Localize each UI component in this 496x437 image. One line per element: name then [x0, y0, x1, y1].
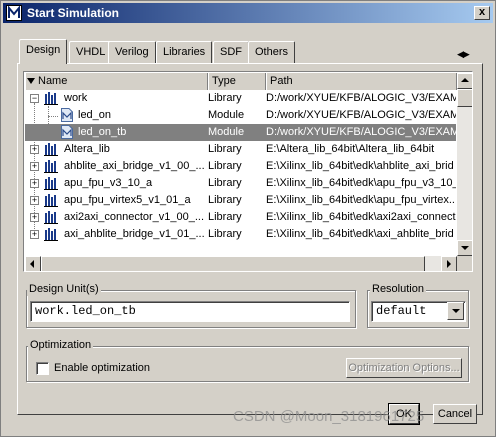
row-name: apu_fpu_virtex5_v1_01_a: [64, 194, 191, 206]
row-type: Library: [208, 143, 242, 155]
row-type: Library: [208, 160, 242, 172]
scroll-right-button[interactable]: [441, 256, 457, 271]
row-path: E:\Xilinx_lib_64bit\edk\apu_fpu_v3_10_a: [266, 177, 456, 189]
row-type: Module: [208, 109, 245, 121]
row-type: Library: [208, 228, 242, 240]
column-header-path[interactable]: Path: [266, 73, 457, 90]
horizontal-scrollbar[interactable]: [25, 256, 457, 271]
scroll-left-button[interactable]: [25, 256, 41, 271]
list-row-axi2axi-connector[interactable]: + axi2axi_connector_v1_00_... Library E:…: [25, 209, 456, 226]
expand-icon[interactable]: +: [30, 196, 39, 205]
expand-icon[interactable]: +: [30, 145, 39, 154]
row-name: led_on_tb: [78, 126, 127, 138]
design-unit-label: Design Unit(s): [27, 283, 101, 296]
arrow-down-icon: [461, 246, 469, 250]
library-icon: [44, 228, 58, 241]
row-type: Library: [208, 177, 242, 189]
scroll-corner: [457, 256, 472, 271]
library-icon: [44, 92, 58, 105]
list-row-apu-fpu-v3[interactable]: + apu_fpu_v3_10_a Library E:\Xilinx_lib_…: [25, 175, 456, 192]
row-type: Library: [208, 92, 242, 104]
row-type: Module: [208, 126, 245, 138]
tab-design[interactable]: Design: [19, 39, 68, 64]
list-row-ahblite-axi-bridge[interactable]: + ahblite_axi_bridge_v1_00_... Library E…: [25, 158, 456, 175]
list-row-led-on-tb[interactable]: led_on_tb Module D:/work/XYUE/KFB/ALOGIC…: [25, 124, 456, 141]
row-type: Library: [208, 194, 242, 206]
row-path: E:\Xilinx_lib_64bit\edk\axi2axi_connect.…: [266, 211, 456, 223]
tab-verilog[interactable]: Verilog: [108, 41, 156, 63]
chevron-down-icon: [452, 309, 460, 313]
window-title: Start Simulation: [27, 6, 120, 20]
list-row-axi-ahblite-bridge[interactable]: + axi_ahblite_bridge_v1_01_... Library E…: [25, 226, 456, 243]
library-icon: [44, 143, 58, 156]
column-name-label: Name: [38, 75, 68, 87]
horizontal-scroll-thumb[interactable]: [41, 256, 425, 271]
close-button[interactable]: x: [474, 6, 490, 20]
row-path: E:\Xilinx_lib_64bit\edk\apu_fpu_virtex..…: [266, 194, 456, 206]
expand-icon[interactable]: +: [30, 230, 39, 239]
row-name: ahblite_axi_bridge_v1_00_...: [64, 160, 205, 172]
column-header-name[interactable]: Name: [25, 73, 208, 90]
tab-others[interactable]: Others: [248, 41, 296, 63]
enable-optimization-checkbox[interactable]: [36, 362, 49, 375]
watermark-text: CSDN @Moon_3181961725: [233, 408, 425, 425]
optimization-options-button[interactable]: Optimization Options...: [346, 358, 462, 378]
list-row-led-on[interactable]: led_on Module D:/work/XYUE/KFB/ALOGIC_V3…: [25, 107, 456, 124]
row-path: D:/work/XYUE/KFB/ALOGIC_V3/EXAM...: [266, 109, 456, 121]
resolution-label: Resolution: [370, 283, 426, 296]
row-name: led_on: [78, 109, 112, 121]
collapse-icon[interactable]: −: [30, 94, 39, 103]
list-row-altera-lib[interactable]: + Altera_lib Library E:\Altera_lib_64bit…: [25, 141, 456, 158]
design-library-list[interactable]: Name Type Path − work Library D:/work/XY…: [23, 71, 473, 272]
library-icon: [44, 194, 58, 207]
row-path: D:/work/XYUE/KFB/ALOGIC_V3/EXAM...: [266, 126, 456, 138]
tab-sdf[interactable]: SDF: [213, 41, 249, 63]
list-row-apu-fpu-virtex5[interactable]: + apu_fpu_virtex5_v1_01_a Library E:\Xil…: [25, 192, 456, 209]
row-type: Library: [208, 211, 242, 223]
row-path: E:\Xilinx_lib_64bit\edk\axi_ahblite_brid: [266, 228, 454, 240]
modelsim-app-icon: [6, 5, 22, 21]
row-name: apu_fpu_v3_10_a: [64, 177, 153, 189]
library-icon: [44, 211, 58, 224]
scroll-up-button[interactable]: [457, 73, 472, 89]
arrow-right-icon: [447, 260, 451, 268]
sort-arrow-icon: [27, 78, 35, 84]
tab-scroll-right-icon[interactable]: ▶: [463, 49, 470, 59]
expand-icon[interactable]: +: [30, 213, 39, 222]
resolution-value: default: [376, 304, 427, 318]
optimization-label: Optimization: [28, 339, 94, 352]
row-name: Altera_lib: [64, 143, 110, 155]
tab-scroll-arrows[interactable]: ◀▶: [457, 47, 475, 61]
row-path: E:\Xilinx_lib_64bit\edk\ahblite_axi_brid: [266, 160, 454, 172]
arrow-left-icon: [30, 260, 34, 268]
enable-optimization-label[interactable]: Enable optimization: [54, 362, 150, 375]
expand-icon[interactable]: +: [30, 162, 39, 171]
list-row-work[interactable]: − work Library D:/work/XYUE/KFB/ALOGIC_V…: [25, 90, 456, 107]
module-icon: [61, 108, 73, 122]
start-simulation-dialog: Start Simulation x Design VHDL Verilog L…: [0, 0, 496, 437]
row-name: work: [64, 92, 88, 104]
design-unit-input[interactable]: work.led_on_tb: [30, 301, 350, 322]
column-header-type[interactable]: Type: [208, 73, 266, 90]
expand-icon[interactable]: +: [30, 179, 39, 188]
row-name: axi2axi_connector_v1_00_...: [64, 211, 205, 223]
row-path: E:\Altera_lib_64bit\Altera_lib_64bit: [266, 143, 435, 155]
scroll-down-button[interactable]: [457, 240, 472, 256]
cancel-button[interactable]: Cancel: [433, 404, 477, 424]
module-icon: [61, 125, 73, 139]
vertical-scroll-thumb[interactable]: [457, 89, 472, 107]
title-bar[interactable]: Start Simulation x: [3, 3, 493, 23]
row-path: D:/work/XYUE/KFB/ALOGIC_V3/EXAM...: [266, 92, 456, 104]
tab-libraries[interactable]: Libraries: [156, 41, 213, 63]
library-icon: [44, 177, 58, 190]
library-icon: [44, 160, 58, 173]
arrow-up-icon: [461, 78, 469, 82]
list-header: Name Type Path: [25, 73, 457, 90]
resolution-dropdown-button[interactable]: [447, 302, 464, 320]
vertical-scrollbar[interactable]: [457, 73, 472, 256]
row-name: axi_ahblite_bridge_v1_01_...: [64, 228, 205, 240]
tab-vhdl[interactable]: VHDL: [69, 41, 113, 63]
